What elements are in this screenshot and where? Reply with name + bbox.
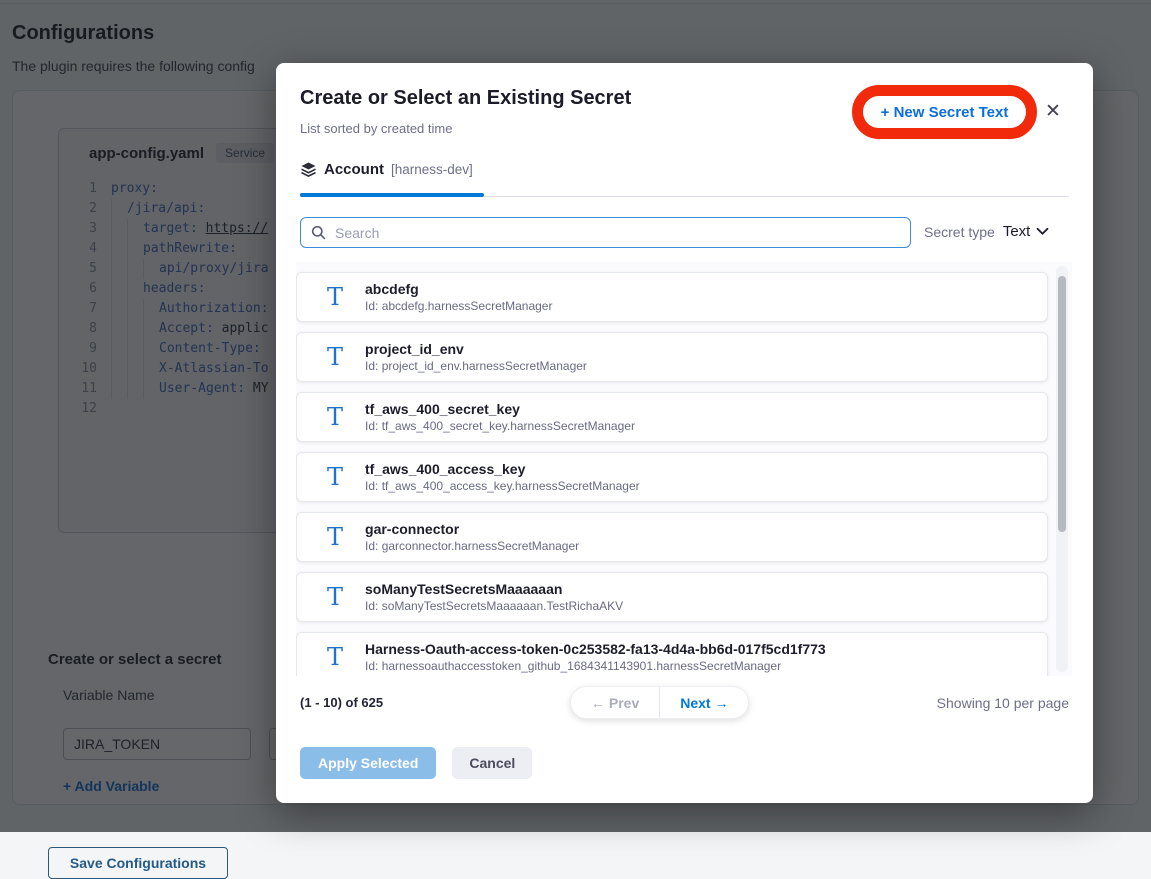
secret-info: tf_aws_400_access_key Id: tf_aws_400_acce…: [365, 461, 640, 493]
annotation-highlight-ring: + New Secret Text: [852, 85, 1037, 139]
layers-icon: [300, 161, 317, 178]
secret-info: Harness-Oauth-access-token-0c253582-fa13…: [365, 641, 826, 673]
text-secret-icon: T: [327, 585, 343, 609]
secret-list: Tabcdefg Id: abcdefg.harnessSecretManager…: [296, 262, 1072, 676]
secret-id: Id: tf_aws_400_secret_key.harnessSecretM…: [365, 419, 635, 433]
apply-selected-button[interactable]: Apply Selected: [300, 747, 436, 779]
secret-info: abcdefg Id: abcdefg.harnessSecretManager: [365, 281, 552, 313]
prev-page-button[interactable]: ← Prev: [571, 687, 659, 718]
cancel-button[interactable]: Cancel: [452, 747, 532, 779]
scrollbar-track[interactable]: [1056, 266, 1068, 672]
modal-subtitle: List sorted by created time: [300, 121, 452, 136]
pager-pill: ← Prev Next →: [570, 686, 749, 719]
modal-title: Create or Select an Existing Secret: [300, 87, 631, 110]
tab-account-label: Account: [324, 161, 384, 178]
new-secret-text-button[interactable]: + New Secret Text: [881, 104, 1009, 121]
secret-list-item[interactable]: Ttf_aws_400_secret_key Id: tf_aws_400_sec…: [296, 392, 1048, 442]
tab-active-indicator: [300, 193, 484, 197]
save-configurations-button[interactable]: Save Configurations: [48, 847, 228, 879]
secret-list-item[interactable]: TsoManyTestSecretsMaaaaaan Id: soManyTest…: [296, 572, 1048, 622]
secret-list-item[interactable]: Tabcdefg Id: abcdefg.harnessSecretManager: [296, 272, 1048, 322]
text-secret-icon: T: [327, 645, 343, 669]
secret-name: tf_aws_400_access_key: [365, 461, 640, 477]
secret-info: soManyTestSecretsMaaaaaan Id: soManyTestS…: [365, 581, 623, 613]
secret-name: tf_aws_400_secret_key: [365, 401, 635, 417]
next-page-button[interactable]: Next →: [660, 687, 748, 718]
secret-list-item[interactable]: Ttf_aws_400_access_key Id: tf_aws_400_acc…: [296, 452, 1048, 502]
search-box[interactable]: [300, 217, 911, 248]
secret-id: Id: soManyTestSecretsMaaaaaan.TestRichaA…: [365, 599, 623, 613]
per-page-label: Showing 10 per page: [937, 695, 1069, 711]
scrollbar-thumb[interactable]: [1058, 276, 1066, 532]
secret-info: project_id_env Id: project_id_env.harness…: [365, 341, 587, 373]
tab-account[interactable]: Account [harness-dev]: [300, 161, 473, 178]
secret-list-item[interactable]: T Harness-Oauth-access-token-0c253582-fa1…: [296, 632, 1048, 676]
pagination-row: (1 - 10) of 625 ← Prev Next → Showing 10…: [300, 686, 1069, 719]
pagination-range: (1 - 10) of 625: [300, 695, 383, 710]
secret-name: abcdefg: [365, 281, 552, 297]
secret-name: project_id_env: [365, 341, 587, 357]
secret-name: soManyTestSecretsMaaaaaan: [365, 581, 623, 597]
text-secret-icon: T: [327, 345, 343, 369]
secret-id: Id: project_id_env.harnessSecretManager: [365, 359, 587, 373]
modal-footer: Apply Selected Cancel: [300, 747, 532, 779]
secret-id: Id: tf_aws_400_access_key.harnessSecretM…: [365, 479, 640, 493]
select-secret-modal: Create or Select an Existing Secret List…: [276, 63, 1093, 803]
search-icon: [311, 225, 326, 240]
secret-info: tf_aws_400_secret_key Id: tf_aws_400_secr…: [365, 401, 635, 433]
search-input[interactable]: [335, 225, 900, 241]
text-secret-icon: T: [327, 285, 343, 309]
secret-id: Id: harnessoauthaccesstoken_github_16843…: [365, 659, 826, 673]
secret-info: gar-connector Id: garconnector.harnessSec…: [365, 521, 579, 553]
secret-name: Harness-Oauth-access-token-0c253582-fa13…: [365, 641, 826, 657]
secret-id: Id: abcdefg.harnessSecretManager: [365, 299, 552, 313]
secret-type-filter: Secret type Text: [924, 223, 1049, 240]
secret-list-item[interactable]: Tproject_id_env Id: project_id_env.harnes…: [296, 332, 1048, 382]
text-secret-icon: T: [327, 405, 343, 429]
secret-list-item[interactable]: Tgar-connector Id: garconnector.harnessSe…: [296, 512, 1048, 562]
secret-type-select[interactable]: Text: [1003, 223, 1050, 240]
secret-name: gar-connector: [365, 521, 579, 537]
close-icon[interactable]: ✕: [1042, 101, 1064, 123]
secret-type-label: Secret type: [924, 224, 995, 240]
text-secret-icon: T: [327, 465, 343, 489]
secret-id: Id: garconnector.harnessSecretManager: [365, 539, 579, 553]
chevron-down-icon: [1036, 227, 1049, 236]
tab-account-scope: [harness-dev]: [391, 162, 473, 177]
text-secret-icon: T: [327, 525, 343, 549]
